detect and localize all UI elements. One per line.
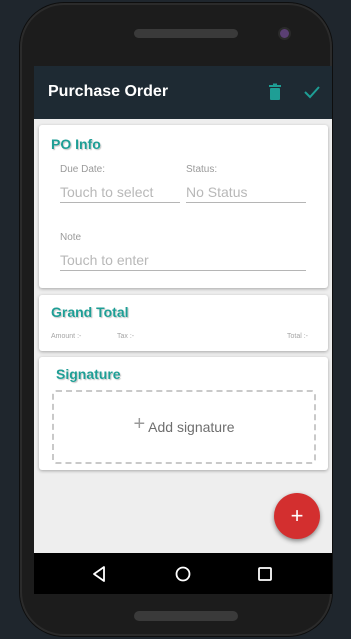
signature-card: Signature + Add signature: [39, 357, 328, 470]
trash-icon[interactable]: [265, 82, 285, 102]
due-date-label: Due Date:: [60, 164, 106, 175]
add-fab-button[interactable]: +: [274, 493, 320, 539]
note-label: Note: [60, 232, 82, 243]
recents-square-icon[interactable]: [256, 565, 274, 583]
due-date-field[interactable]: Touch to select: [60, 184, 180, 203]
status-label: Status:: [186, 164, 218, 175]
grand-total-title: Grand Total: [51, 304, 129, 320]
plus-icon: +: [133, 413, 146, 435]
front-camera: [280, 29, 289, 38]
screen: Purchase Order PO Info Due Date: Touch t…: [34, 66, 332, 594]
grand-total-card: Grand Total Amount :- Tax :- Total :-: [39, 295, 328, 351]
fab-plus-icon: +: [290, 503, 304, 528]
app-bar: Purchase Order: [34, 66, 332, 119]
po-info-title: PO Info: [51, 136, 101, 152]
page-title: Purchase Order: [48, 83, 169, 100]
content-area: PO Info Due Date: Touch to select Status…: [34, 119, 332, 553]
phone-frame: Purchase Order PO Info Due Date: Touch t…: [20, 3, 332, 636]
add-signature-label: Add signature: [148, 419, 235, 435]
po-info-card: PO Info Due Date: Touch to select Status…: [39, 125, 328, 288]
signature-title: Signature: [56, 366, 121, 382]
home-circle-icon[interactable]: [174, 565, 192, 583]
tax-label: Tax :-: [117, 333, 135, 340]
bottom-speaker: [134, 611, 238, 621]
amount-label: Amount :-: [51, 333, 82, 340]
check-icon[interactable]: [302, 82, 322, 102]
note-field[interactable]: Touch to enter: [60, 252, 306, 271]
back-triangle-icon[interactable]: [91, 565, 109, 583]
status-field[interactable]: No Status: [186, 184, 306, 203]
earpiece-speaker: [134, 29, 238, 38]
system-nav-bar: [34, 553, 332, 594]
add-signature-button[interactable]: + Add signature: [52, 390, 316, 464]
total-label: Total :-: [287, 333, 309, 340]
